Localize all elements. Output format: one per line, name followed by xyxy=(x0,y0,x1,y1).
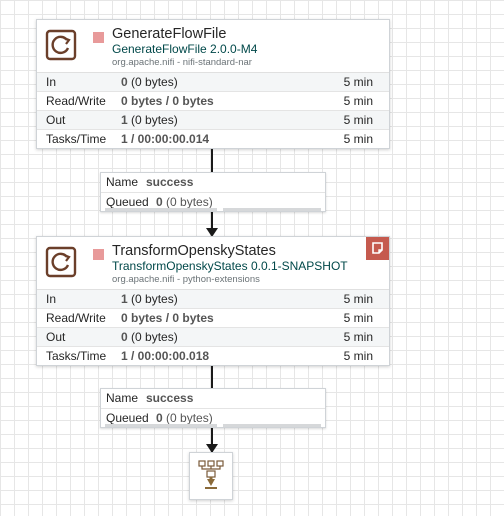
stat-label: Tasks/Time xyxy=(46,132,107,146)
stat-row-out: Out 0 (0 bytes) 5 min xyxy=(37,328,389,347)
stat-time: 5 min xyxy=(343,75,373,89)
stat-value-rest: (0 bytes) xyxy=(127,75,178,89)
stat-time: 5 min xyxy=(343,94,373,108)
processor-generateflowfile[interactable]: GenerateFlowFile GenerateFlowFile 2.0.0-… xyxy=(36,19,390,149)
stat-row-in: In 0 (0 bytes) 5 min xyxy=(37,73,389,92)
stat-row-read-write: Read/Write 0 bytes / 0 bytes 5 min xyxy=(37,92,389,111)
stat-value-rest: (0 bytes) xyxy=(127,330,178,344)
stat-value: 1 / 00:00:00.014 xyxy=(121,130,209,148)
connection-queued-row: Queued 0 (0 bytes) xyxy=(101,193,325,212)
stat-row-in: In 1 (0 bytes) 5 min xyxy=(37,290,389,309)
stat-label: In xyxy=(46,292,57,306)
stat-label: Tasks/Time xyxy=(46,349,107,363)
processor-header: TransformOpenskyStates TransformOpenskyS… xyxy=(37,237,389,289)
connection-queued-row: Queued 0 (0 bytes) xyxy=(101,409,325,428)
queue-count-bar xyxy=(105,208,217,211)
stat-value-bold: 1 xyxy=(121,113,128,127)
comment-badge[interactable] xyxy=(366,237,389,260)
stat-row-tasks-time: Tasks/Time 1 / 00:00:00.018 5 min xyxy=(37,347,389,365)
connection-name: success xyxy=(146,391,194,405)
stat-time: 5 min xyxy=(343,113,373,127)
stat-value-bold: 1 / 00:00:00.018 xyxy=(121,349,210,363)
stat-label: Read/Write xyxy=(46,311,106,325)
processor-type: TransformOpenskyStates 0.0.1-SNAPSHOT xyxy=(112,259,348,273)
processor-bundle: org.apache.nifi - nifi-standard-nar xyxy=(112,57,252,68)
stat-value-rest: (0 bytes) xyxy=(127,113,178,127)
processor-stats: In 0 (0 bytes) 5 min Read/Write 0 bytes … xyxy=(37,72,389,148)
comment-icon xyxy=(372,242,383,254)
stat-time: 5 min xyxy=(343,132,373,146)
stat-value: 1 / 00:00:00.018 xyxy=(121,347,209,365)
stat-value-bold: 1 / 00:00:00.014 xyxy=(121,132,210,146)
stat-value-rest: (0 bytes) xyxy=(127,292,178,306)
connection-name-label: Name xyxy=(106,175,139,189)
funnel-icon xyxy=(198,460,224,489)
processor-bundle: org.apache.nifi - python-extensions xyxy=(112,274,260,285)
stat-row-tasks-time: Tasks/Time 1 / 00:00:00.014 5 min xyxy=(37,130,389,148)
stat-value-bold: 0 bytes / 0 bytes xyxy=(121,311,214,325)
queued-count: 0 xyxy=(156,411,163,425)
stat-value: 0 bytes / 0 bytes xyxy=(121,92,214,110)
stat-time: 5 min xyxy=(343,349,373,363)
stat-row-read-write: Read/Write 0 bytes / 0 bytes 5 min xyxy=(37,309,389,328)
connection-label-1[interactable]: Name success Queued 0 (0 bytes) xyxy=(100,172,326,212)
stat-time: 5 min xyxy=(343,311,373,325)
processor-name: TransformOpenskyStates xyxy=(112,243,276,259)
funnel[interactable] xyxy=(189,452,233,500)
stat-label: Read/Write xyxy=(46,94,106,108)
processor-icon xyxy=(45,29,77,61)
stat-time: 5 min xyxy=(343,330,373,344)
stat-time: 5 min xyxy=(343,292,373,306)
queue-count-bar xyxy=(105,424,217,427)
processor-stats: In 1 (0 bytes) 5 min Read/Write 0 bytes … xyxy=(37,289,389,365)
stopped-status-icon xyxy=(93,32,104,43)
stat-value-bold: 0 xyxy=(121,330,128,344)
processor-transformopenskystates[interactable]: TransformOpenskyStates TransformOpenskyS… xyxy=(36,236,390,366)
connection-name: success xyxy=(146,175,194,189)
stat-value: 1 (0 bytes) xyxy=(121,111,178,129)
queued-size: (0 bytes) xyxy=(162,411,213,425)
processor-type: GenerateFlowFile 2.0.0-M4 xyxy=(112,42,258,56)
connection-label-2[interactable]: Name success Queued 0 (0 bytes) xyxy=(100,388,326,428)
stat-label: In xyxy=(46,75,57,89)
stat-label: Out xyxy=(46,113,66,127)
stat-label: Out xyxy=(46,330,66,344)
stopped-status-icon xyxy=(93,249,104,260)
stat-row-out: Out 1 (0 bytes) 5 min xyxy=(37,111,389,130)
queued-count: 0 xyxy=(156,195,163,209)
queue-size-bar xyxy=(223,424,321,427)
connection-name-label: Name xyxy=(106,391,139,405)
stat-value: 0 (0 bytes) xyxy=(121,73,178,91)
stat-value-bold: 1 xyxy=(121,292,128,306)
processor-icon xyxy=(45,246,77,278)
connection-name-row: Name success xyxy=(101,389,325,409)
stat-value: 0 bytes / 0 bytes xyxy=(121,309,214,327)
queue-size-bar xyxy=(223,208,321,211)
stat-value-bold: 0 xyxy=(121,75,128,89)
stat-value-bold: 0 bytes / 0 bytes xyxy=(121,94,214,108)
connection-name-row: Name success xyxy=(101,173,325,193)
processor-header: GenerateFlowFile GenerateFlowFile 2.0.0-… xyxy=(37,20,389,72)
queued-size: (0 bytes) xyxy=(162,195,213,209)
stat-value: 0 (0 bytes) xyxy=(121,328,178,346)
processor-name: GenerateFlowFile xyxy=(112,26,227,42)
stat-value: 1 (0 bytes) xyxy=(121,290,178,308)
